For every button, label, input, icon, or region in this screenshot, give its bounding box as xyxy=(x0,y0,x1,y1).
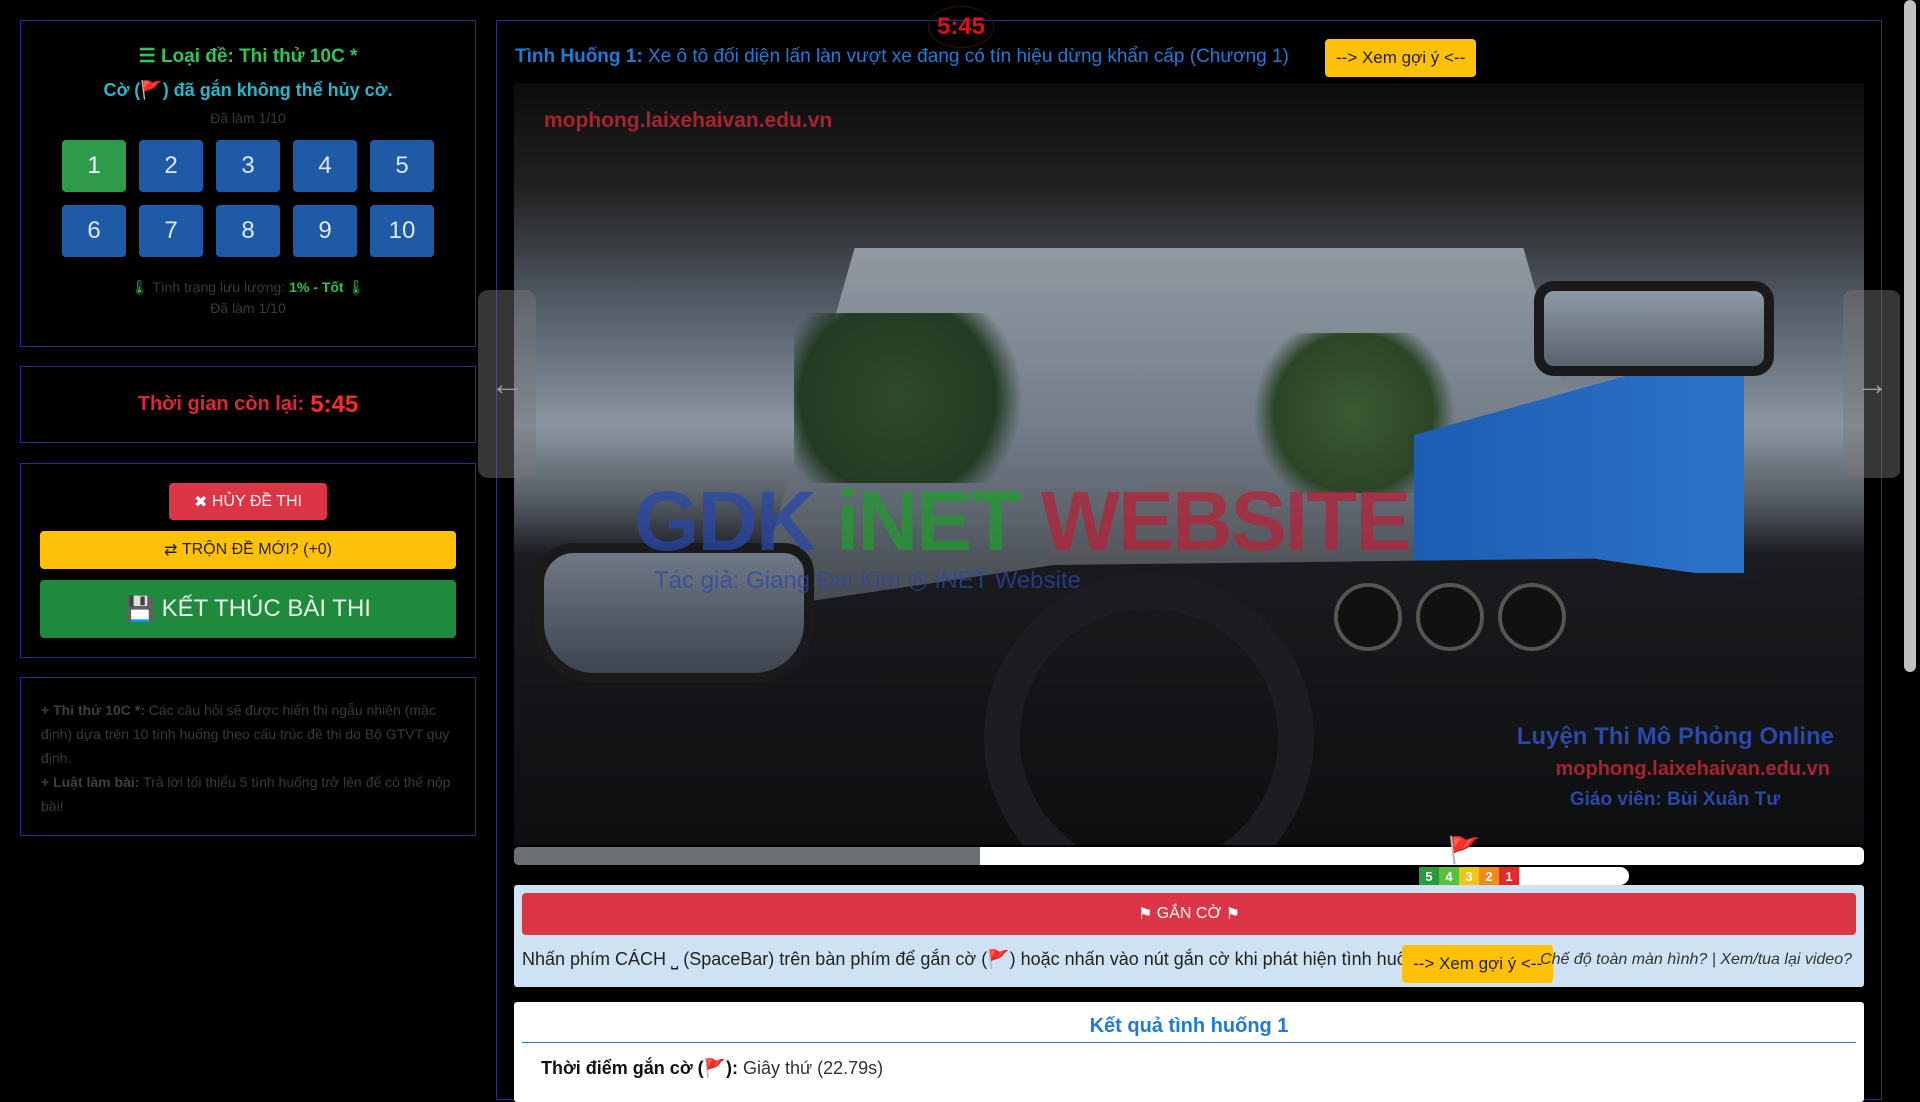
flag-icon: ⚑ xyxy=(1138,906,1157,923)
flag-time-row: Thời điểm gắn cờ (🚩): Giây thứ (22.79s) xyxy=(541,1058,884,1078)
fullscreen-link[interactable]: Chế độ toàn màn hình? xyxy=(1540,951,1707,968)
watermark-site: mophong.laixehaivan.edu.vn xyxy=(544,109,833,132)
score-segment: 3 xyxy=(1459,867,1479,885)
cancel-exam-button[interactable]: ✖ HỦY ĐỀ THI xyxy=(169,483,327,520)
watermark-site-2: mophong.laixehaivan.edu.vn xyxy=(1555,758,1831,780)
info-panel: + Thi thử 10C *: Các câu hỏi sẽ được hiể… xyxy=(20,677,476,836)
question-button[interactable]: 9 xyxy=(293,205,357,257)
done-count-bottom: Đã làm 1/10 xyxy=(210,300,286,316)
rearview-mirror xyxy=(1534,281,1774,376)
progress-fill xyxy=(514,847,980,865)
score-segment: 2 xyxy=(1479,867,1499,885)
question-button[interactable]: 6 xyxy=(62,205,126,257)
exam-type-label: ☰ Loại đề: Thi thử 10C * xyxy=(138,46,358,67)
question-button[interactable]: 3 xyxy=(216,140,280,192)
storage-status: 🌡 Tình trạng lưu lượng: 1% - Tốt 🌡 xyxy=(130,279,366,295)
result-title: Kết quả tình huống 1 xyxy=(1089,1015,1289,1037)
question-button[interactable]: 4 xyxy=(293,140,357,192)
page-scrollbar[interactable] xyxy=(1900,0,1920,1079)
shuffle-exam-button[interactable]: ⇄ TRỘN ĐỀ MỚI? (+0) xyxy=(40,531,456,569)
time-remaining-value: 5:45 xyxy=(310,390,359,418)
question-button[interactable]: 1 xyxy=(62,140,126,192)
score-segment-empty xyxy=(1519,867,1629,885)
watermark-logo: GDK iNET WEBSITE xyxy=(634,474,1411,568)
hint-button-bottom[interactable]: --> Xem gợi ý <-- xyxy=(1402,945,1554,983)
prev-arrow-icon[interactable]: ← xyxy=(478,290,536,478)
time-remaining-label: Thời gian còn lại: xyxy=(137,393,305,415)
result-divider xyxy=(522,1042,1856,1043)
scrollbar-thumb[interactable] xyxy=(1904,0,1916,672)
gauge-cluster xyxy=(1334,583,1614,651)
flag-icon: ⚑ xyxy=(1221,906,1240,923)
info-line-2: + Luật làm bài: Trả lời tối thiểu 5 tình… xyxy=(41,774,451,814)
score-segment: 4 xyxy=(1439,867,1459,885)
question-button[interactable]: 10 xyxy=(370,205,434,257)
info-line-1: + Thi thử 10C *: Các câu hỏi sẽ được hiể… xyxy=(41,702,450,766)
video-player[interactable]: mophong.laixehaivan.edu.vn GDK iNET WEBS… xyxy=(514,83,1864,845)
shuffle-icon: ⇄ xyxy=(163,542,182,559)
timer-bubble: 5:45 xyxy=(928,6,994,48)
next-arrow-icon[interactable]: → xyxy=(1843,290,1901,478)
question-grid: 1 2 3 4 5 6 7 8 9 10 xyxy=(21,140,475,257)
done-count: Đã làm 1/10 xyxy=(210,110,286,126)
score-segment: 5 xyxy=(1419,867,1439,885)
place-flag-button[interactable]: ⚑ GẮN CỜ ⚑ xyxy=(522,893,1856,935)
score-segment: 1 xyxy=(1499,867,1519,885)
close-icon: ✖ xyxy=(194,493,212,511)
result-panel: Kết quả tình huống 1 Thời điểm gắn cờ (🚩… xyxy=(514,1002,1864,1102)
watermark-teacher: Giáo viên: Bùi Xuân Tư xyxy=(1569,789,1780,810)
flag-marker-icon: 🚩 xyxy=(1448,835,1481,865)
save-icon: 💾 xyxy=(125,595,162,623)
flag-instruction: Nhấn phím CÁCH ⎵ (SpaceBar) trên bàn phí… xyxy=(522,949,1432,969)
score-bar: 54321 xyxy=(1419,867,1629,885)
video-links: Chế độ toàn màn hình? | Xem/tua lại vide… xyxy=(1540,951,1852,968)
finish-exam-button[interactable]: 💾 KẾT THÚC BÀI THI xyxy=(40,580,456,638)
time-panel: Thời gian còn lại: 5:45 xyxy=(20,366,476,443)
action-panel: ✖ HỦY ĐỀ THI ⇄ TRỘN ĐỀ MỚI? (+0) 💾 KẾT T… xyxy=(20,463,476,658)
hint-button-top[interactable]: --> Xem gợi ý <-- xyxy=(1325,39,1477,77)
video-progress-bar[interactable] xyxy=(514,847,1864,865)
thermometer-icon: 🌡 xyxy=(347,279,366,295)
flag-note: Cờ (🚩) đã gắn không thể hủy cờ. xyxy=(103,80,393,100)
exam-panel: ☰ Loại đề: Thi thử 10C * Cờ (🚩) đã gắn k… xyxy=(20,20,476,347)
question-button[interactable]: 5 xyxy=(370,140,434,192)
watermark-author: Tác giả: Giang Đại Kim ◎ iNET Website xyxy=(654,567,1081,594)
question-button[interactable]: 8 xyxy=(216,205,280,257)
watermark-course: Luyện Thi Mô Phỏng Online xyxy=(1516,723,1834,750)
question-title: Tình Huống 1: Xe ô tô đối diện lấn làn v… xyxy=(515,46,1289,67)
flag-section: ⚑ GẮN CỜ ⚑ Nhấn phím CÁCH ⎵ (SpaceBar) t… xyxy=(514,885,1864,987)
list-icon: ☰ xyxy=(138,46,161,67)
thermometer-icon: 🌡 xyxy=(130,279,149,295)
question-button[interactable]: 7 xyxy=(139,205,203,257)
trees-left xyxy=(794,313,1054,483)
question-button[interactable]: 2 xyxy=(139,140,203,192)
replay-link[interactable]: Xem/tua lại video? xyxy=(1720,951,1852,968)
